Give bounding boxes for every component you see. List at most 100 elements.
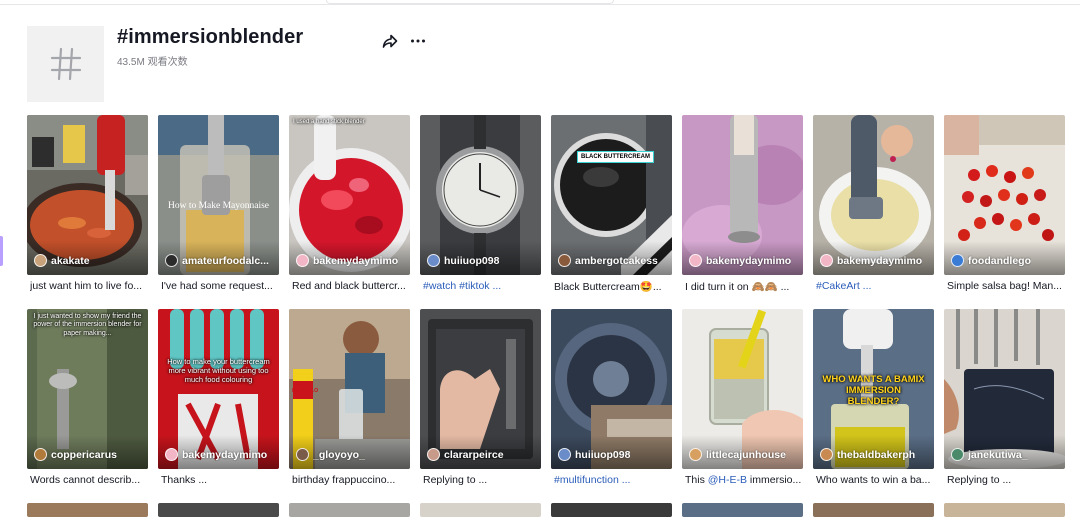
video-card[interactable] — [27, 503, 148, 517]
video-caption[interactable]: Replying to ... — [423, 474, 541, 486]
video-overlay-text: How to Make Mayonnaise — [167, 201, 270, 211]
video-caption[interactable]: Simple salsa bag! Man... — [947, 280, 1065, 292]
caption-prefix: This — [685, 474, 708, 486]
video-caption[interactable]: just want him to live fo... — [30, 280, 148, 292]
video-thumbnail[interactable]: huiiuop098 — [420, 115, 541, 275]
avatar — [820, 448, 833, 461]
author-label: foodandlego — [951, 254, 1063, 267]
view-count: 43.5M 观看次数 — [117, 57, 188, 68]
video-thumbnail[interactable]: foodandlego — [944, 115, 1065, 275]
author-name: bakemydaymimo — [313, 254, 399, 267]
video-card[interactable] — [289, 503, 410, 517]
video-caption[interactable]: #multifunction ... — [554, 474, 672, 486]
video-card[interactable] — [551, 503, 672, 517]
video-overlay-label: BLACK BUTTERCREAM — [577, 151, 654, 163]
author-name: huiiuop098 — [575, 448, 631, 461]
author-name: bakemydaymimo — [837, 254, 923, 267]
video-thumbnail[interactable]: I just wanted to show my friend the powe… — [27, 309, 148, 469]
video-thumbnail[interactable]: CAFE BUSTELO _gloyoyo_ — [289, 309, 410, 469]
video-caption[interactable]: Thanks ... — [161, 474, 279, 486]
author-name: bakemydaymimo — [182, 448, 268, 461]
video-thumbnail[interactable]: akakate — [27, 115, 148, 275]
avatar — [558, 448, 571, 461]
video-caption[interactable]: birthday frappuccino... — [292, 474, 410, 486]
video-thumbnail[interactable]: How to Make Mayonnaise amateurfoodalc... — [158, 115, 279, 275]
share-icon[interactable] — [381, 32, 399, 50]
video-thumbnail[interactable] — [420, 503, 541, 517]
video-caption[interactable]: #watch #tiktok ... — [423, 280, 541, 292]
author-label: littlecajunhouse — [689, 448, 801, 461]
avatar — [296, 448, 309, 461]
video-caption[interactable]: I did turn it on 🙈🙈 ... — [685, 280, 803, 293]
avatar — [558, 254, 571, 267]
video-caption[interactable]: This @H-E-B immersio... — [685, 474, 803, 486]
avatar — [689, 254, 702, 267]
video-overlay-text: I used a hand stick blender — [293, 119, 365, 125]
video-thumbnail[interactable] — [551, 503, 672, 517]
video-thumbnail[interactable]: janekutiwa_ — [944, 309, 1065, 469]
video-thumbnail[interactable] — [944, 503, 1065, 517]
video-thumbnail[interactable]: bakemydaymimo — [682, 115, 803, 275]
video-thumbnail[interactable]: bakemydaymimo — [813, 115, 934, 275]
video-thumbnail[interactable] — [289, 503, 410, 517]
avatar — [820, 254, 833, 267]
video-thumbnail[interactable]: WHO WANTS A BAMIX IMMERSION BLENDER? the… — [813, 309, 934, 469]
video-card[interactable] — [420, 503, 541, 517]
author-label: bakemydaymimo — [689, 254, 801, 267]
video-caption[interactable]: Replying to ... — [947, 474, 1065, 486]
avatar — [689, 448, 702, 461]
video-thumbnail[interactable]: huiiuop098 — [551, 309, 672, 469]
video-caption[interactable]: I've had some request... — [161, 280, 279, 292]
author-label: _gloyoyo_ — [296, 448, 408, 461]
author-label: coppericarus — [34, 448, 146, 461]
video-thumbnail[interactable] — [682, 503, 803, 517]
video-thumbnail[interactable]: littlecajunhouse — [682, 309, 803, 469]
hashtag-icon — [27, 26, 104, 102]
top-divider — [0, 4, 1080, 5]
video-thumbnail[interactable] — [158, 503, 279, 517]
author-name: amateurfoodalc... — [182, 254, 269, 267]
caption-suffix: immersio... — [747, 474, 802, 486]
video-thumbnail[interactable]: How to make your buttercream more vibran… — [158, 309, 279, 469]
author-label: thebaldbakerph — [820, 448, 932, 461]
side-panel-tab[interactable] — [0, 236, 3, 266]
video-thumbnail[interactable] — [813, 503, 934, 517]
video-overlay-text: I just wanted to show my friend the powe… — [33, 313, 142, 337]
author-name: bakemydaymimo — [706, 254, 792, 267]
author-name: ambergotcakess — [575, 254, 658, 267]
video-caption[interactable]: Black Buttercream🤩... — [554, 280, 672, 293]
video-card[interactable] — [813, 503, 934, 517]
avatar — [951, 448, 964, 461]
author-name: littlecajunhouse — [706, 448, 786, 461]
author-name: janekutiwa_ — [968, 448, 1028, 461]
video-card[interactable] — [158, 503, 279, 517]
avatar — [296, 254, 309, 267]
video-thumbnail[interactable]: I used a hand stick blender bakemydaymim… — [289, 115, 410, 275]
video-thumbnail[interactable]: clararpeirce — [420, 309, 541, 469]
author-label: huiiuop098 — [558, 448, 670, 461]
caption-mention-link[interactable]: @H-E-B — [708, 474, 747, 486]
video-thumbnail[interactable]: BLACK BUTTERCREAM ambergotcakess — [551, 115, 672, 275]
more-icon[interactable] — [409, 32, 427, 50]
page-title: #immersionblender — [117, 26, 304, 48]
author-label: bakemydaymimo — [296, 254, 408, 267]
avatar — [427, 448, 440, 461]
video-overlay-text: CAFE BUSTELO — [292, 381, 319, 394]
author-name: clararpeirce — [444, 448, 504, 461]
author-label: bakemydaymimo — [820, 254, 932, 267]
video-card[interactable] — [944, 503, 1065, 517]
video-caption[interactable]: #CakeArt ... — [816, 280, 934, 292]
video-card[interactable] — [682, 503, 803, 517]
author-name: akakate — [51, 254, 90, 267]
author-label: huiiuop098 — [427, 254, 539, 267]
author-name: coppericarus — [51, 448, 117, 461]
author-name: _gloyoyo_ — [313, 448, 365, 461]
video-caption[interactable]: Words cannot describ... — [30, 474, 148, 486]
video-overlay-text: WHO WANTS A BAMIX IMMERSION BLENDER? — [822, 374, 925, 407]
video-caption[interactable]: Who wants to win a ba... — [816, 474, 934, 486]
author-label: akakate — [34, 254, 146, 267]
author-name: huiiuop098 — [444, 254, 500, 267]
video-thumbnail[interactable] — [27, 503, 148, 517]
video-caption[interactable]: Red and black buttercr... — [292, 280, 410, 292]
author-label: ambergotcakess — [558, 254, 670, 267]
